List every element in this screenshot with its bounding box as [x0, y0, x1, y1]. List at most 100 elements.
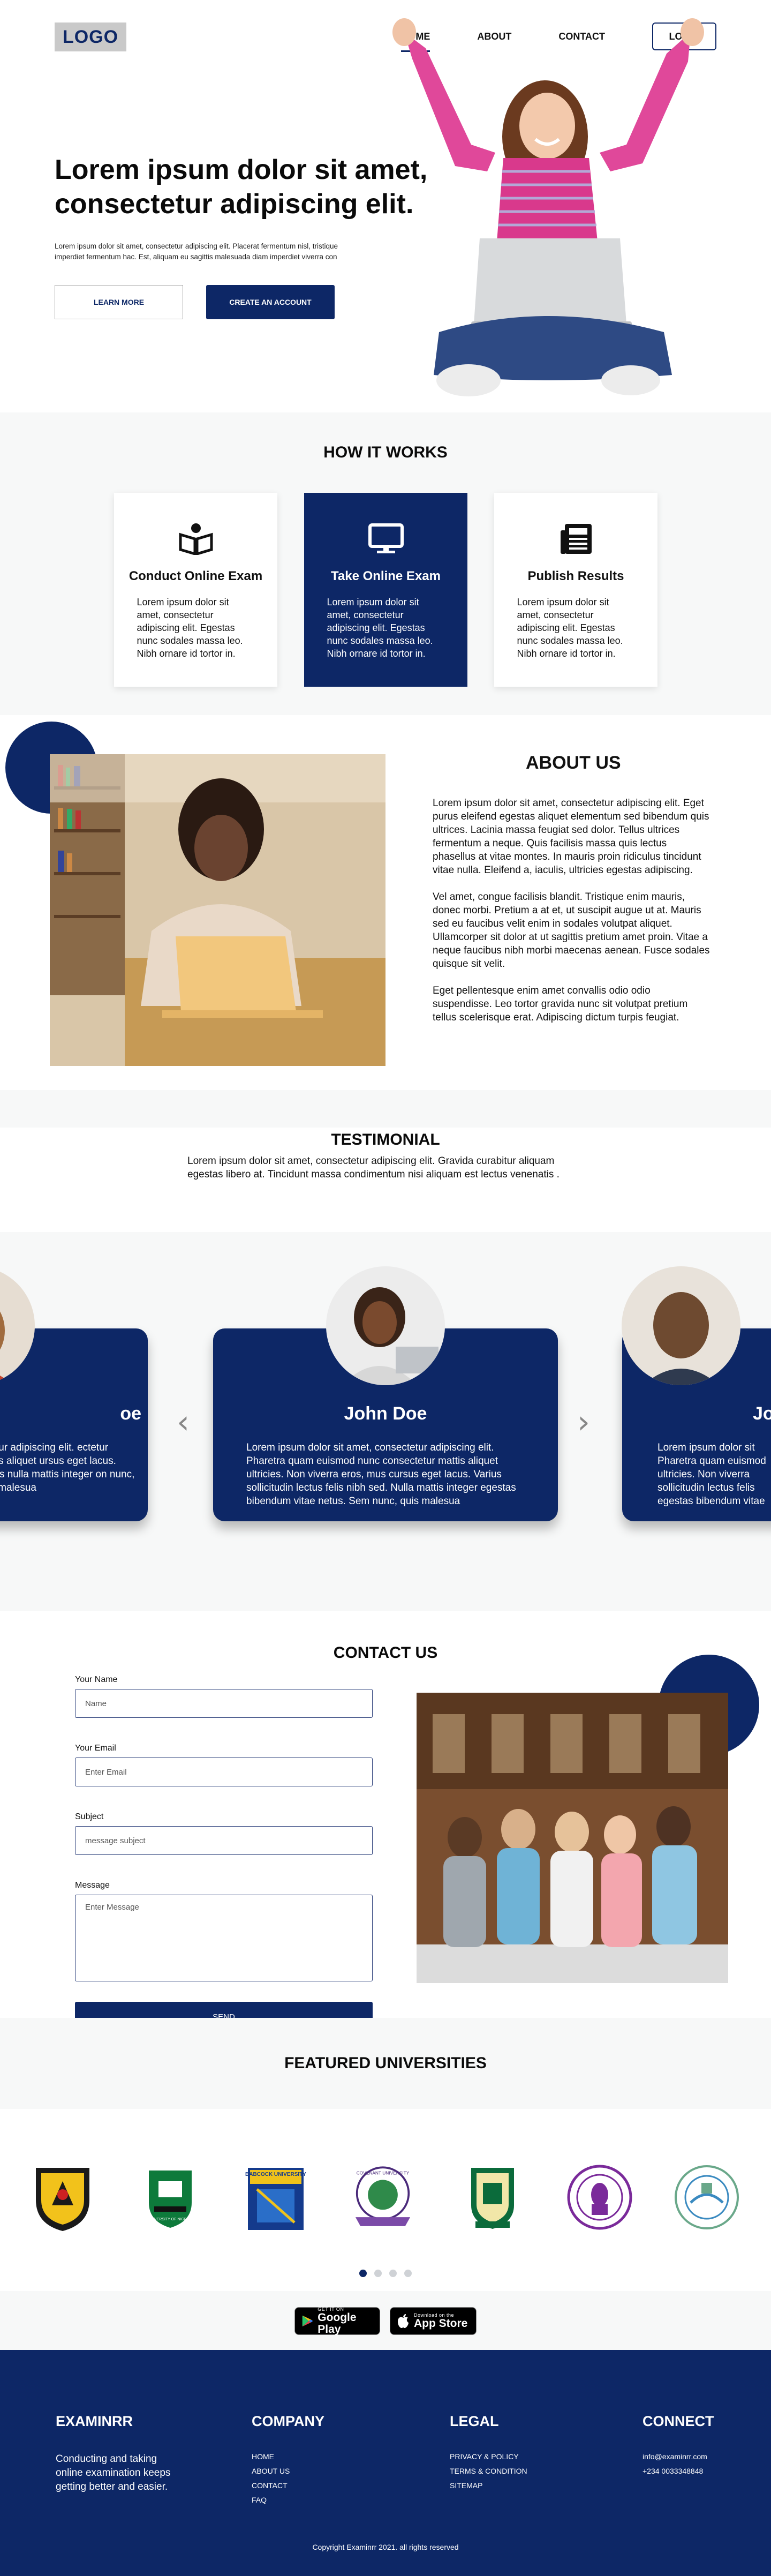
card-title: Conduct Online Exam [128, 569, 263, 583]
avatar [326, 1266, 445, 1385]
footer-legal-title: LEGAL [450, 2413, 499, 2429]
university-logo[interactable]: BABCOCK UNIVERSITY [241, 2160, 311, 2235]
footer-brand-column: EXAMINRR Conducting and taking online ex… [56, 2413, 173, 2494]
app-store-badge[interactable]: Download on the App Store [390, 2307, 477, 2335]
universities-carousel: UNIVERSITY OF NIGERIA BABCOCK UNIVERSITY… [0, 2109, 771, 2291]
testimonial-title: TESTIMONIAL [331, 1131, 440, 1148]
avatar [622, 1266, 740, 1385]
newspaper-icon [560, 524, 592, 554]
testimonial-name: oe [120, 1403, 141, 1424]
name-field[interactable]: Name [75, 1689, 373, 1718]
google-play-badge[interactable]: GET IT ON Google Play [294, 2307, 380, 2335]
how-it-works-cards: Conduct Online Exam Lorem ipsum dolor si… [114, 493, 657, 687]
email-label: Your Email [75, 1744, 116, 1753]
about-paragraph: Vel amet, congue facilisis blandit. Tris… [433, 891, 710, 970]
featured-universities-title: FEATURED UNIVERSITIES [284, 2054, 487, 2072]
footer-company-column: COMPANY HOME ABOUT US CONTACT FAQ [252, 2413, 324, 2510]
university-logo[interactable] [28, 2160, 97, 2235]
contact-title: CONTACT US [333, 1644, 438, 1662]
copyright: Copyright Examinrr 2021. all rights rese… [312, 2543, 459, 2551]
footer-link-contact[interactable]: CONTACT [252, 2481, 324, 2490]
pagination-dot[interactable] [374, 2270, 382, 2277]
badge-big-text: Google Play [318, 2311, 357, 2335]
contact-section: CONTACT US Your Name Name Your Email Ent… [0, 1611, 771, 2032]
university-logo[interactable] [672, 2160, 742, 2235]
footer-link-faq[interactable]: FAQ [252, 2496, 324, 2504]
babcock-label: BABCOCK UNIVERSITY [245, 2172, 306, 2177]
email-field[interactable]: Enter Email [75, 1758, 373, 1786]
monitor-icon [368, 523, 404, 553]
footer: EXAMINRR Conducting and taking online ex… [0, 2350, 771, 2576]
about-text: Lorem ipsum dolor sit amet, consectetur … [433, 797, 711, 1038]
badge-big-text: App Store [414, 2317, 468, 2330]
chevron-left-icon[interactable]: ‹ [177, 1403, 190, 1441]
testimonial-card-active[interactable]: John Doe Lorem ipsum dolor sit amet, con… [213, 1266, 558, 1521]
svg-text:UNIVERSITY OF NIGERIA: UNIVERSITY OF NIGERIA [148, 2218, 193, 2221]
university-logo[interactable] [565, 2160, 634, 2235]
contact-form: Your Name Name Your Email Enter Email Su… [75, 1675, 373, 2032]
card-conduct-exam[interactable]: Conduct Online Exam Lorem ipsum dolor si… [114, 493, 277, 687]
pagination-dot[interactable] [389, 2270, 397, 2277]
footer-brand: EXAMINRR [56, 2413, 133, 2429]
footer-link-terms[interactable]: TERMS & CONDITION [450, 2467, 527, 2475]
card-text: Lorem ipsum dolor sit amet, consectetur … [327, 597, 433, 659]
how-it-works-section: HOW IT WORKS Conduct Online Exam Lorem i… [0, 412, 771, 715]
card-title: Take Online Exam [331, 569, 441, 583]
hero-section: LOGO HOME ABOUT CONTACT LOGIN Lorem ipsu… [0, 0, 771, 412]
testimonial-header: TESTIMONIAL Lorem ipsum dolor sit amet, … [0, 1090, 771, 1232]
testimonial-name: Jo [753, 1403, 771, 1424]
footer-description: Conducting and taking online examination… [56, 2453, 171, 2492]
subject-label: Subject [75, 1812, 104, 1821]
testimonial-text: Lorem ipsum dolor sit Pharetra quam euis… [657, 1442, 766, 1507]
card-text: Lorem ipsum dolor sit amet, consectetur … [137, 597, 243, 659]
logo[interactable]: LOGO [55, 22, 126, 51]
apple-icon [398, 2314, 409, 2328]
featured-universities-header: FEATURED UNIVERSITIES [0, 2018, 771, 2109]
card-publish-results[interactable]: Publish Results Lorem ipsum dolor sit am… [494, 493, 657, 687]
footer-link-privacy[interactable]: PRIVACY & POLICY [450, 2452, 527, 2461]
students-group-photo [417, 1693, 728, 1983]
footer-company-title: COMPANY [252, 2413, 325, 2429]
subject-field[interactable]: message subject [75, 1826, 373, 1855]
university-logo[interactable]: COVENANT UNIVERSITY [348, 2160, 418, 2235]
footer-phone[interactable]: +234 0033348848 [642, 2467, 714, 2475]
app-store-section: GET IT ON Google Play Download on the App … [0, 2291, 771, 2350]
university-logo[interactable]: UNIVERSITY OF NIGERIA [135, 2160, 205, 2235]
testimonial-carousel: oe ectetur adipiscing elit. ectetur matt… [0, 1232, 771, 1611]
footer-link-about[interactable]: ABOUT US [252, 2467, 324, 2475]
footer-email[interactable]: info@examinrr.com [642, 2452, 714, 2461]
hero-subtitle: Lorem ipsum dolor sit amet, consectetur … [55, 242, 338, 261]
testimonial-card[interactable]: Jo Lorem ipsum dolor sit Pharetra quam e… [622, 1266, 771, 1521]
avatar [0, 1266, 35, 1385]
hero-title: Lorem ipsum dolor sit amet, consectetur … [55, 154, 428, 220]
about-title: ABOUT US [526, 753, 621, 773]
footer-connect-column: CONNECT info@examinrr.com +234 003334884… [642, 2413, 714, 2481]
card-text: Lorem ipsum dolor sit amet, consectetur … [517, 597, 623, 659]
learn-more-button[interactable]: LEARN MORE [55, 285, 183, 319]
about-section: ABOUT US Lorem ipsum dolor sit amet, con… [0, 715, 771, 1090]
covenant-label: COVENANT UNIVERSITY [357, 2170, 410, 2175]
message-field[interactable]: Enter Message [75, 1895, 373, 1981]
testimonial-name: John Doe [344, 1403, 427, 1424]
google-play-icon [302, 2315, 313, 2327]
testimonial-card[interactable]: oe ectetur adipiscing elit. ectetur matt… [0, 1266, 148, 1521]
message-label: Message [75, 1881, 110, 1890]
name-label: Your Name [75, 1675, 118, 1684]
card-take-exam[interactable]: Take Online Exam Lorem ipsum dolor sit a… [304, 493, 467, 687]
hero-student-illustration [392, 18, 704, 396]
testimonial-intro: Lorem ipsum dolor sit amet, consectetur … [187, 1155, 560, 1180]
about-photo [50, 754, 386, 1066]
university-logo[interactable] [458, 2160, 527, 2235]
book-reader-icon [179, 523, 213, 555]
about-paragraph: Lorem ipsum dolor sit amet, consectetur … [433, 798, 709, 876]
chevron-right-icon[interactable]: › [577, 1403, 590, 1441]
how-it-works-title: HOW IT WORKS [323, 444, 448, 461]
footer-link-sitemap[interactable]: SITEMAP [450, 2481, 527, 2490]
pagination-dot-active[interactable] [359, 2270, 367, 2277]
pagination-dot[interactable] [404, 2270, 412, 2277]
carousel-pagination [0, 2270, 771, 2277]
about-paragraph: Eget pellentesque enim amet convallis od… [433, 985, 688, 1023]
card-title: Publish Results [527, 569, 624, 583]
footer-link-home[interactable]: HOME [252, 2452, 324, 2461]
create-account-button[interactable]: CREATE AN ACCOUNT [206, 285, 335, 319]
